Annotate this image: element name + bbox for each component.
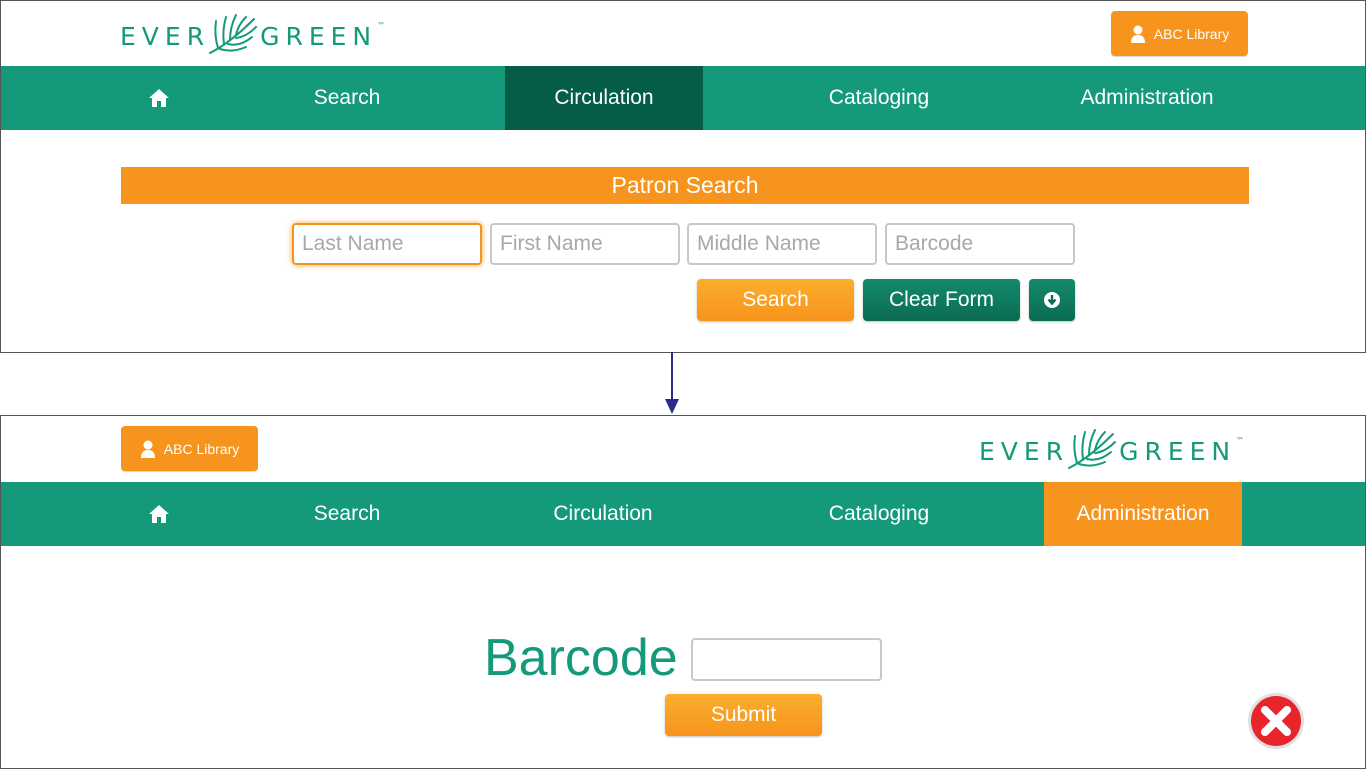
- nav-cataloging[interactable]: Cataloging: [779, 482, 979, 546]
- patron-search-screen: EVER GREEN ™ ABC Library Search Circulat: [0, 0, 1366, 353]
- nav-home[interactable]: [129, 66, 189, 130]
- user-icon: [1130, 25, 1145, 43]
- user-menu-button[interactable]: ABC Library: [1111, 11, 1248, 56]
- search-button[interactable]: Search: [697, 279, 854, 321]
- nav-cataloging[interactable]: Cataloging: [779, 66, 979, 130]
- flow-arrow: [665, 352, 679, 414]
- middle-name-input[interactable]: [687, 223, 877, 265]
- patron-search-header: Patron Search: [121, 167, 1249, 204]
- barcode-input[interactable]: [885, 223, 1075, 265]
- home-icon: [149, 89, 169, 107]
- nav-search[interactable]: Search: [247, 482, 447, 546]
- nav-circulation[interactable]: Circulation: [503, 482, 703, 546]
- first-name-input[interactable]: [490, 223, 680, 265]
- more-options-button[interactable]: [1029, 279, 1075, 321]
- close-icon[interactable]: [1247, 692, 1305, 750]
- last-name-input[interactable]: [292, 223, 482, 265]
- nav-home[interactable]: [129, 482, 189, 546]
- main-navbar: Search Circulation Cataloging Administra…: [1, 482, 1365, 546]
- user-icon: [140, 440, 155, 458]
- nav-circulation-active[interactable]: Circulation: [505, 66, 703, 130]
- evergreen-logo: EVER GREEN ™: [120, 13, 385, 59]
- home-icon: [149, 505, 169, 523]
- leaf-icon: [209, 14, 258, 54]
- user-menu-button[interactable]: ABC Library: [121, 426, 258, 471]
- barcode-entry-input[interactable]: [691, 638, 882, 681]
- nav-administration[interactable]: Administration: [1045, 66, 1249, 130]
- barcode-label: Barcode: [484, 629, 678, 687]
- arrow-down-circle-icon: [1044, 292, 1060, 308]
- leaf-icon: [1068, 429, 1117, 469]
- main-navbar: Search Circulation Cataloging Administra…: [1, 66, 1365, 130]
- nav-search[interactable]: Search: [247, 66, 447, 130]
- evergreen-logo: EVER GREEN ™: [979, 428, 1244, 474]
- submit-button[interactable]: Submit: [665, 694, 822, 736]
- clear-form-button[interactable]: Clear Form: [863, 279, 1020, 321]
- nav-administration-active[interactable]: Administration: [1044, 482, 1242, 546]
